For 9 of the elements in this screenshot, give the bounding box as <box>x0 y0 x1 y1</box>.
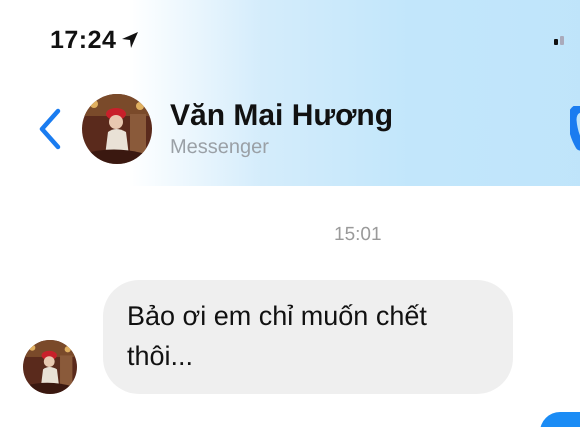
contact-name: Văn Mai Hương <box>170 98 394 134</box>
sender-avatar <box>23 340 77 394</box>
signal-icon <box>554 36 566 44</box>
message-timestamp: 15:01 <box>334 224 382 246</box>
back-icon[interactable] <box>38 108 62 150</box>
message-bubble: Bảo ơi em chỉ muốn chết thôi... <box>103 280 513 394</box>
location-arrow-icon <box>121 31 140 49</box>
contact-subtitle: Messenger <box>170 135 270 160</box>
status-time: 17:24 <box>50 26 116 54</box>
